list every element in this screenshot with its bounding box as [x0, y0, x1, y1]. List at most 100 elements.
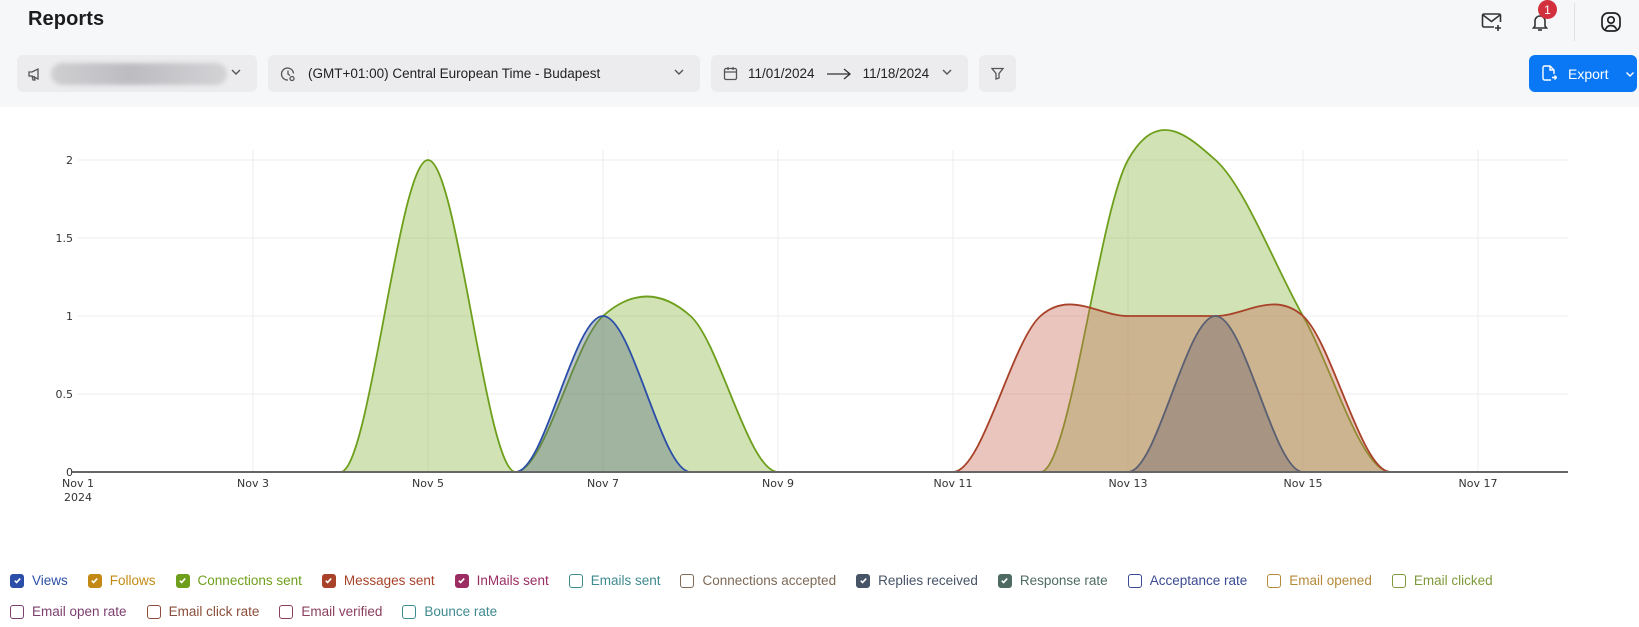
x-tick-label: Nov 11 [934, 477, 973, 490]
legend-label: Response rate [1019, 573, 1108, 588]
legend-item-email-open-rate[interactable]: Email open rate [10, 604, 127, 619]
check-icon [13, 577, 21, 584]
chevron-down-icon [942, 69, 952, 75]
check-icon [325, 577, 333, 584]
legend-label: Email click rate [168, 604, 260, 619]
checkbox-checked[interactable] [997, 573, 1012, 588]
legend-label: Email verified [301, 604, 383, 619]
legend-item-replies-received[interactable]: Replies received [856, 573, 978, 588]
campaign-select[interactable] [17, 55, 257, 92]
checkbox-unchecked[interactable] [1391, 573, 1406, 588]
x-tick-label: Nov 15 [1284, 477, 1323, 490]
date-to[interactable]: 11/18/2024 [863, 66, 930, 81]
y-tick-label: 1.5 [56, 232, 74, 245]
funnel-icon [990, 67, 1005, 80]
profile-button[interactable] [1597, 8, 1625, 36]
page-title: Reports [28, 8, 105, 30]
legend-item-connections-sent[interactable]: Connections sent [175, 573, 302, 588]
legend-item-email-opened[interactable]: Email opened [1267, 573, 1372, 588]
check-icon [91, 577, 99, 584]
timezone-value: (GMT+01:00) Central European Time - Buda… [308, 66, 601, 81]
x-tick-label: Nov 3 [237, 477, 269, 490]
top-bar: Reports 1 (GMT+01:00) Central European T… [0, 0, 1639, 107]
legend-item-email-click-rate[interactable]: Email click rate [146, 604, 260, 619]
checkbox-unchecked[interactable] [680, 573, 695, 588]
check-icon [458, 577, 465, 584]
area-chart: 00.511.52Nov 12024Nov 3 Nov 5 Nov 7 Nov 9 No… [56, 129, 1568, 504]
legend-item-emails-sent[interactable]: Emails sent [568, 573, 661, 588]
legend-label: Replies received [878, 573, 978, 588]
chart-series [78, 129, 1566, 473]
legend-item-follows[interactable]: Follows [87, 573, 156, 588]
legend-label: Email opened [1289, 573, 1372, 588]
legend-label: Messages sent [343, 573, 435, 588]
header-divider [1574, 3, 1575, 41]
legend-label: Follows [109, 573, 156, 588]
legend-item-inmails-sent[interactable]: InMails sent [454, 573, 549, 588]
legend-item-email-verified[interactable]: Email verified [279, 604, 382, 619]
legend-label: Bounce rate [424, 604, 498, 619]
calendar-icon [723, 67, 738, 81]
legend-label: Connections sent [197, 573, 302, 588]
check-icon [179, 577, 186, 584]
legend-label: Email clicked [1413, 573, 1493, 588]
file-export-icon [1542, 65, 1557, 81]
user-icon [1601, 12, 1621, 32]
legend-item-acceptance-rate[interactable]: Acceptance rate [1127, 573, 1248, 588]
notifications-button[interactable]: 1 [1526, 0, 1557, 36]
checkbox-unchecked[interactable] [402, 604, 417, 619]
filter-button[interactable] [979, 55, 1016, 92]
clock-icon [280, 66, 295, 81]
checkbox-checked[interactable] [87, 573, 102, 588]
legend-row: Views Follows Connections sent Messages sen… [10, 565, 1630, 596]
checkbox-unchecked[interactable] [1127, 573, 1142, 588]
x-tick-label: 2024 [64, 491, 92, 504]
checkbox-unchecked[interactable] [568, 573, 583, 588]
x-tick-label: Nov 17 [1459, 477, 1498, 490]
series-area-fill [78, 304, 1566, 472]
series-messages-sent [78, 303, 1566, 473]
compose-mail-button[interactable] [1478, 8, 1506, 36]
x-tick-label: Nov 5 [412, 477, 444, 490]
y-tick-label: 0.5 [56, 388, 74, 401]
checkbox-unchecked[interactable] [10, 604, 24, 619]
checkbox-checked[interactable] [454, 573, 469, 588]
checkbox-checked[interactable] [10, 573, 24, 588]
legend-item-bounce-rate[interactable]: Bounce rate [402, 604, 497, 619]
legend-label: Emails sent [590, 573, 661, 588]
legend-item-messages-sent[interactable]: Messages sent [321, 573, 435, 588]
chevron-down-icon [674, 69, 684, 75]
checkbox-unchecked[interactable] [146, 604, 161, 619]
legend-row: Email open rate Email click rate Email ver… [10, 596, 1630, 627]
timezone-select[interactable]: (GMT+01:00) Central European Time - Buda… [268, 55, 700, 92]
legend-item-response-rate[interactable]: Response rate [997, 573, 1108, 588]
checkbox-checked[interactable] [321, 573, 336, 588]
chevron-down-icon [1626, 71, 1635, 77]
x-tick-label: Nov 9 [762, 477, 794, 490]
checkbox-checked[interactable] [856, 573, 871, 588]
megaphone-icon [28, 67, 39, 81]
legend-label: Acceptance rate [1149, 573, 1248, 588]
legend-item-email-clicked[interactable]: Email clicked [1391, 573, 1493, 588]
header-actions: 1 [1478, 0, 1639, 44]
checkbox-unchecked[interactable] [279, 604, 294, 619]
date-from[interactable]: 11/01/2024 [748, 66, 815, 81]
checkbox-checked[interactable] [175, 573, 190, 588]
y-tick-label: 1 [66, 310, 73, 323]
legend-item-views[interactable]: Views [10, 573, 68, 588]
y-tick-label: 2 [66, 154, 73, 167]
notification-badge: 1 [1538, 0, 1557, 19]
export-button[interactable]: Export [1529, 55, 1637, 92]
legend-item-connections-accepted[interactable]: Connections accepted [680, 573, 836, 588]
chevron-down-icon [231, 69, 241, 75]
export-label: Export [1568, 65, 1609, 82]
mail-plus-icon [1481, 13, 1502, 31]
legend-label: Views [32, 573, 68, 588]
arrow-right-icon [826, 68, 851, 79]
checkbox-unchecked[interactable] [1267, 573, 1282, 588]
date-range-picker[interactable]: 11/01/2024 11/18/2024 [711, 55, 968, 92]
x-tick-label: Nov 7 [587, 477, 619, 490]
legend-label: Connections accepted [702, 573, 837, 588]
legend-label: InMails sent [476, 573, 549, 588]
check-icon [859, 577, 867, 584]
